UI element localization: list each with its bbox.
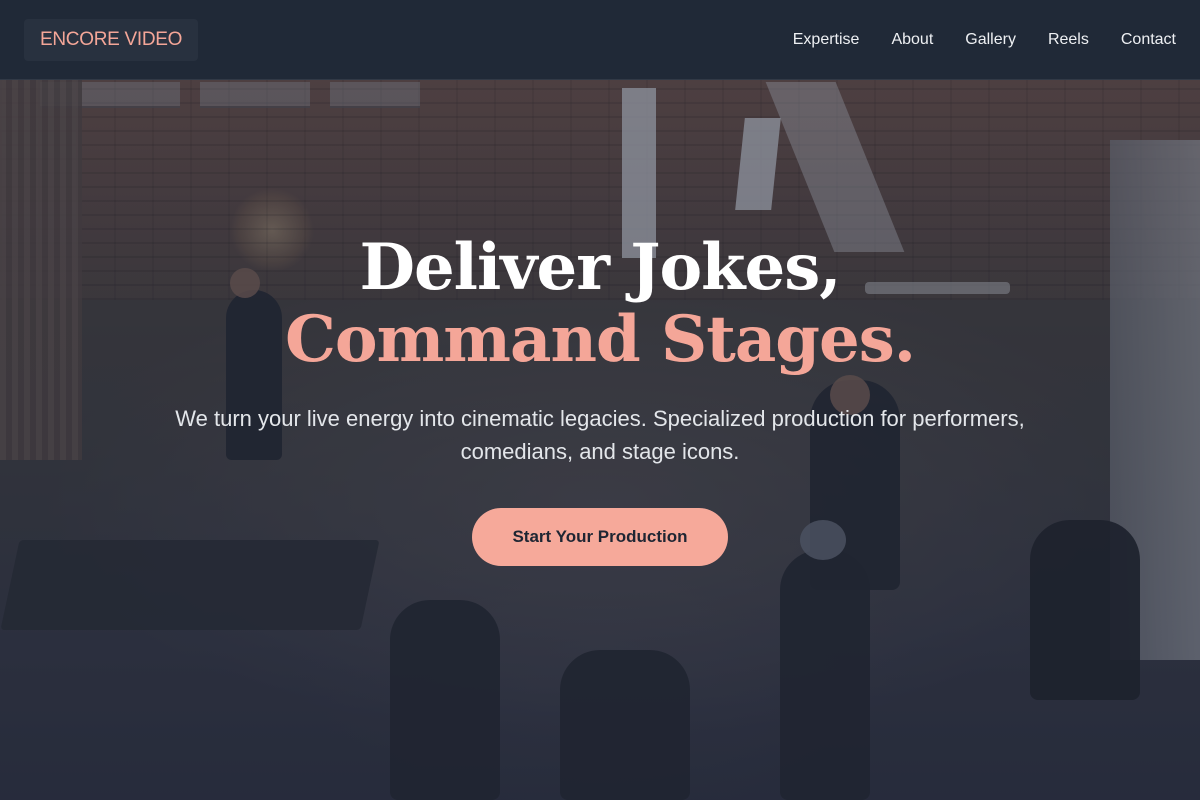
nav-link-about[interactable]: About — [891, 31, 933, 49]
hero-headline: Deliver Jokes, Command Stages. — [0, 232, 1200, 376]
start-production-button[interactable]: Start Your Production — [472, 508, 728, 566]
hero-subtitle: We turn your live energy into cinematic … — [175, 406, 1025, 464]
headline-line-1: Deliver Jokes, — [359, 230, 841, 305]
brand-logo[interactable]: ENCORE VIDEO — [24, 18, 199, 61]
nav-link-gallery[interactable]: Gallery — [965, 31, 1016, 49]
top-navbar: ENCORE VIDEO Expertise About Gallery Ree… — [0, 0, 1200, 80]
nav-link-reels[interactable]: Reels — [1048, 31, 1089, 49]
nav-links: Expertise About Gallery Reels Contact — [793, 31, 1176, 49]
hero-section: Deliver Jokes, Command Stages. We turn y… — [0, 232, 1200, 566]
nav-link-expertise[interactable]: Expertise — [793, 31, 860, 49]
nav-link-contact[interactable]: Contact — [1121, 31, 1176, 49]
headline-line-2: Command Stages. — [284, 302, 916, 377]
